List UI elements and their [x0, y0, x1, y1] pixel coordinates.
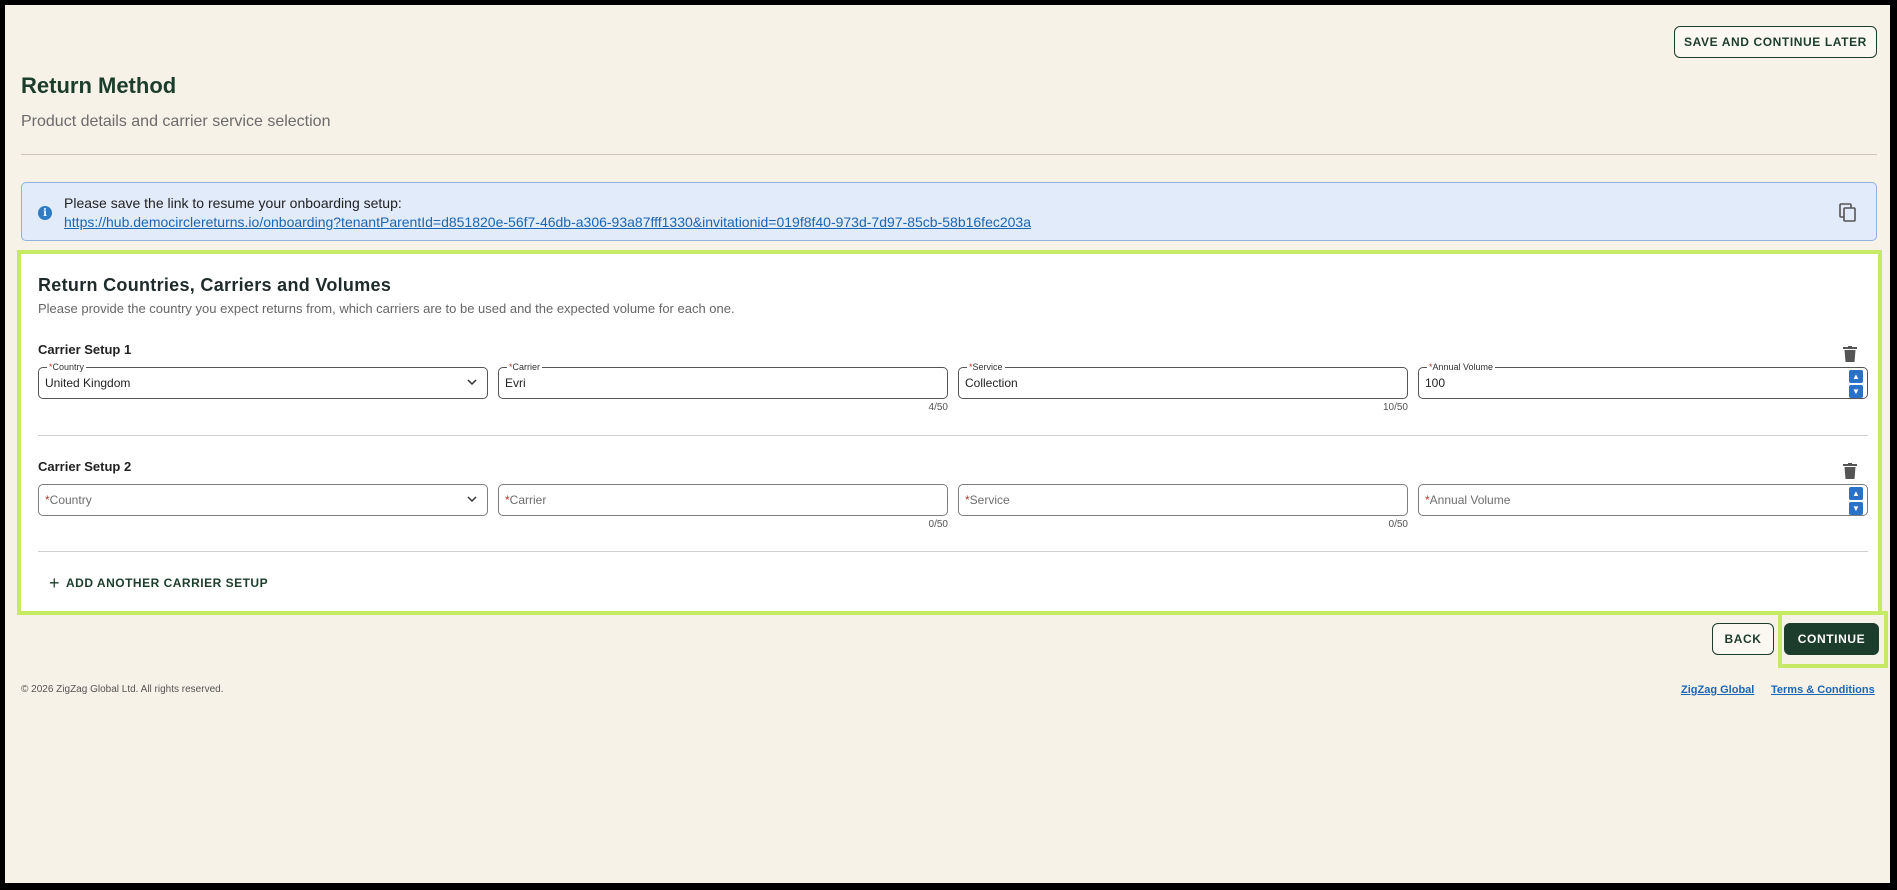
- page-title: Return Method: [21, 73, 177, 98]
- setup-2-country-select[interactable]: *Country: [38, 484, 488, 516]
- stepper-up-icon[interactable]: ▲: [1849, 487, 1863, 500]
- page-subtitle: Product details and carrier service sele…: [21, 113, 331, 130]
- setup-2-annual-volume-placeholder: Annual Volume: [1429, 493, 1511, 507]
- footer-copyright: © 2026 ZigZag Global Ltd. All rights res…: [21, 684, 224, 695]
- trash-icon[interactable]: [1843, 346, 1857, 362]
- setup-2-service-placeholder: Service: [969, 493, 1010, 507]
- setup-1-country-select[interactable]: *Country United Kingdom: [38, 361, 488, 399]
- setup-1-annual-volume-input[interactable]: *Annual Volume 100 ▲ ▼: [1418, 361, 1868, 399]
- setup-1-carrier-counter: 4/50: [928, 402, 948, 413]
- chevron-down-icon: [467, 496, 477, 503]
- resume-link[interactable]: https://hub.democirclereturns.io/onboard…: [64, 214, 1031, 230]
- footer-link-terms[interactable]: Terms & Conditions: [1771, 684, 1875, 696]
- plus-icon: +: [49, 573, 61, 593]
- section-title: Return Countries, Carriers and Volumes: [38, 275, 392, 295]
- resume-link-banner: i Please save the link to resume your on…: [21, 182, 1877, 241]
- setup-2-service-input[interactable]: *Service: [958, 484, 1408, 516]
- setup-1-annual-volume-value: 100: [1425, 376, 1446, 390]
- page: SAVE AND CONTINUE LATER Return Method Pr…: [5, 5, 1890, 883]
- setup-2-carrier-counter: 0/50: [928, 519, 948, 530]
- setup-1-carrier-input[interactable]: *Carrier Evri: [498, 361, 948, 399]
- setup-2-country-placeholder: Country: [49, 493, 92, 507]
- chevron-down-icon: [467, 379, 477, 386]
- copy-icon[interactable]: [1839, 203, 1857, 223]
- setup-1-carrier-value: Evri: [505, 376, 526, 390]
- setup-1-service-input[interactable]: *Service Collection: [958, 361, 1408, 399]
- carrier-setup-1-title: Carrier Setup 1: [38, 342, 132, 357]
- carrier-setup-2-title: Carrier Setup 2: [38, 459, 132, 474]
- section-description: Please provide the country you expect re…: [38, 301, 735, 316]
- setup-2-service-counter: 0/50: [1388, 519, 1408, 530]
- footer-link-zigzag-global[interactable]: ZigZag Global: [1681, 684, 1754, 696]
- setup-1-service-counter: 10/50: [1382, 402, 1408, 413]
- setup-2-carrier-input[interactable]: *Carrier: [498, 484, 948, 516]
- save-and-continue-later-button[interactable]: SAVE AND CONTINUE LATER: [1674, 26, 1877, 58]
- setup-divider: [38, 435, 1868, 436]
- stepper-down-icon[interactable]: ▼: [1849, 385, 1863, 398]
- add-another-carrier-setup-button[interactable]: + ADD ANOTHER CARRIER SETUP: [49, 573, 268, 593]
- setup-2-carrier-placeholder: Carrier: [509, 493, 547, 507]
- stepper-down-icon[interactable]: ▼: [1849, 502, 1863, 515]
- setup-1-service-value: Collection: [965, 376, 1018, 390]
- setup-divider: [38, 551, 1868, 552]
- stepper-up-icon[interactable]: ▲: [1849, 370, 1863, 383]
- setup-2-annual-volume-input[interactable]: *Annual Volume ▲ ▼: [1418, 484, 1868, 516]
- back-button[interactable]: BACK: [1712, 623, 1774, 655]
- continue-button[interactable]: CONTINUE: [1784, 623, 1879, 655]
- trash-icon[interactable]: [1843, 463, 1857, 479]
- banner-message: Please save the link to resume your onbo…: [64, 195, 402, 211]
- carrier-setup-section: Return Countries, Carriers and Volumes P…: [17, 250, 1882, 615]
- setup-1-country-value: United Kingdom: [45, 376, 131, 390]
- header-divider: [21, 154, 1877, 155]
- info-icon: i: [38, 206, 52, 220]
